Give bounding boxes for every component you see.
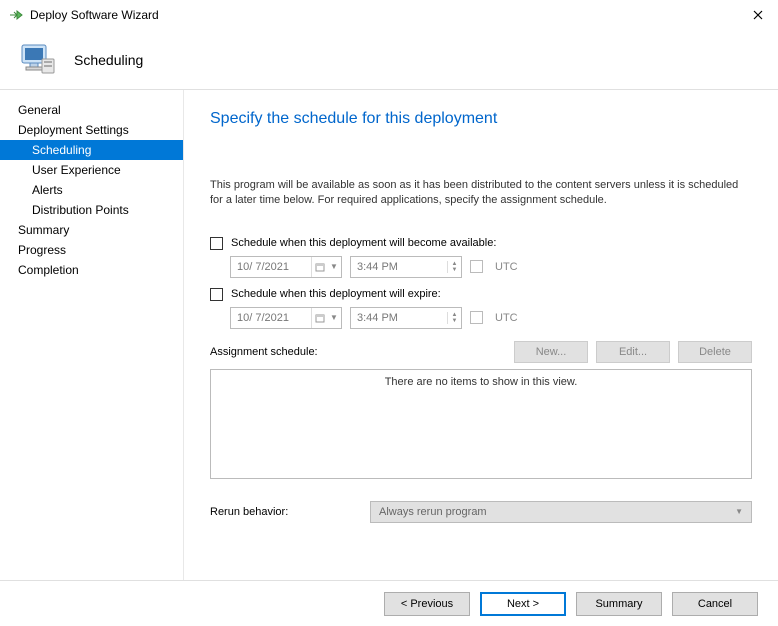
computer-icon <box>16 37 58 82</box>
cancel-button[interactable]: Cancel <box>672 592 758 616</box>
list-empty-text: There are no items to show in this view. <box>385 376 578 478</box>
window-title: Deploy Software Wizard <box>30 8 738 22</box>
row-available: Schedule when this deployment will becom… <box>210 237 752 250</box>
checkbox-utc-expire[interactable] <box>470 311 483 324</box>
time-available-input[interactable]: 3:44 PM ▲▼ <box>350 256 462 278</box>
assignment-label: Assignment schedule: <box>210 346 506 358</box>
summary-button[interactable]: Summary <box>576 592 662 616</box>
nav-user-experience[interactable]: User Experience <box>0 160 183 180</box>
rerun-value: Always rerun program <box>379 506 487 518</box>
previous-button[interactable]: < Previous <box>384 592 470 616</box>
calendar-icon[interactable] <box>311 308 327 328</box>
edit-button[interactable]: Edit... <box>596 341 670 363</box>
chevron-down-icon[interactable]: ▼ <box>327 308 341 328</box>
time-spinner[interactable]: ▲▼ <box>447 312 461 324</box>
new-button[interactable]: New... <box>514 341 588 363</box>
datetime-available: 10/ 7/2021 ▼ 3:44 PM ▲▼ UTC <box>210 256 752 278</box>
wizard-footer: < Previous Next > Summary Cancel <box>0 580 778 626</box>
time-expire-input[interactable]: 3:44 PM ▲▼ <box>350 307 462 329</box>
date-expire-input[interactable]: 10/ 7/2021 ▼ <box>230 307 342 329</box>
time-spinner[interactable]: ▲▼ <box>447 261 461 273</box>
assignment-listbox[interactable]: There are no items to show in this view. <box>210 369 752 479</box>
delete-button[interactable]: Delete <box>678 341 752 363</box>
datetime-expire: 10/ 7/2021 ▼ 3:44 PM ▲▼ UTC <box>210 307 752 329</box>
label-utc-expire: UTC <box>495 312 518 324</box>
rerun-row: Rerun behavior: Always rerun program ▼ <box>210 501 752 523</box>
page-description: This program will be available as soon a… <box>210 178 752 209</box>
titlebar: Deploy Software Wizard <box>0 0 778 30</box>
time-expire-value: 3:44 PM <box>351 312 447 324</box>
date-available-input[interactable]: 10/ 7/2021 ▼ <box>230 256 342 278</box>
label-utc-available: UTC <box>495 261 518 273</box>
chevron-down-icon[interactable]: ▼ <box>327 257 341 277</box>
app-arrow-icon <box>8 7 24 23</box>
rerun-combobox[interactable]: Always rerun program ▼ <box>370 501 752 523</box>
wizard-header: Scheduling <box>0 30 778 90</box>
checkbox-available[interactable] <box>210 237 223 250</box>
rerun-label: Rerun behavior: <box>210 506 370 518</box>
date-available-value: 10/ 7/2021 <box>231 261 311 273</box>
nav-scheduling[interactable]: Scheduling <box>0 140 183 160</box>
checkbox-utc-available[interactable] <box>470 260 483 273</box>
label-expire: Schedule when this deployment will expir… <box>231 288 441 300</box>
time-available-value: 3:44 PM <box>351 261 447 273</box>
nav-general[interactable]: General <box>0 100 183 120</box>
nav-summary[interactable]: Summary <box>0 220 183 240</box>
chevron-down-icon: ▼ <box>735 507 743 516</box>
next-button[interactable]: Next > <box>480 592 566 616</box>
nav-progress[interactable]: Progress <box>0 240 183 260</box>
wizard-sidebar: General Deployment Settings Scheduling U… <box>0 90 184 580</box>
page-heading: Specify the schedule for this deployment <box>210 110 752 128</box>
label-available: Schedule when this deployment will becom… <box>231 237 496 249</box>
wizard-main: Specify the schedule for this deployment… <box>184 90 778 580</box>
nav-distribution-points[interactable]: Distribution Points <box>0 200 183 220</box>
close-button[interactable] <box>738 0 778 30</box>
date-expire-value: 10/ 7/2021 <box>231 312 311 324</box>
nav-completion[interactable]: Completion <box>0 260 183 280</box>
page-title: Scheduling <box>74 52 143 68</box>
checkbox-expire[interactable] <box>210 288 223 301</box>
assignment-row: Assignment schedule: New... Edit... Dele… <box>210 341 752 363</box>
nav-alerts[interactable]: Alerts <box>0 180 183 200</box>
nav-deployment-settings[interactable]: Deployment Settings <box>0 120 183 140</box>
calendar-icon[interactable] <box>311 257 327 277</box>
row-expire: Schedule when this deployment will expir… <box>210 288 752 301</box>
